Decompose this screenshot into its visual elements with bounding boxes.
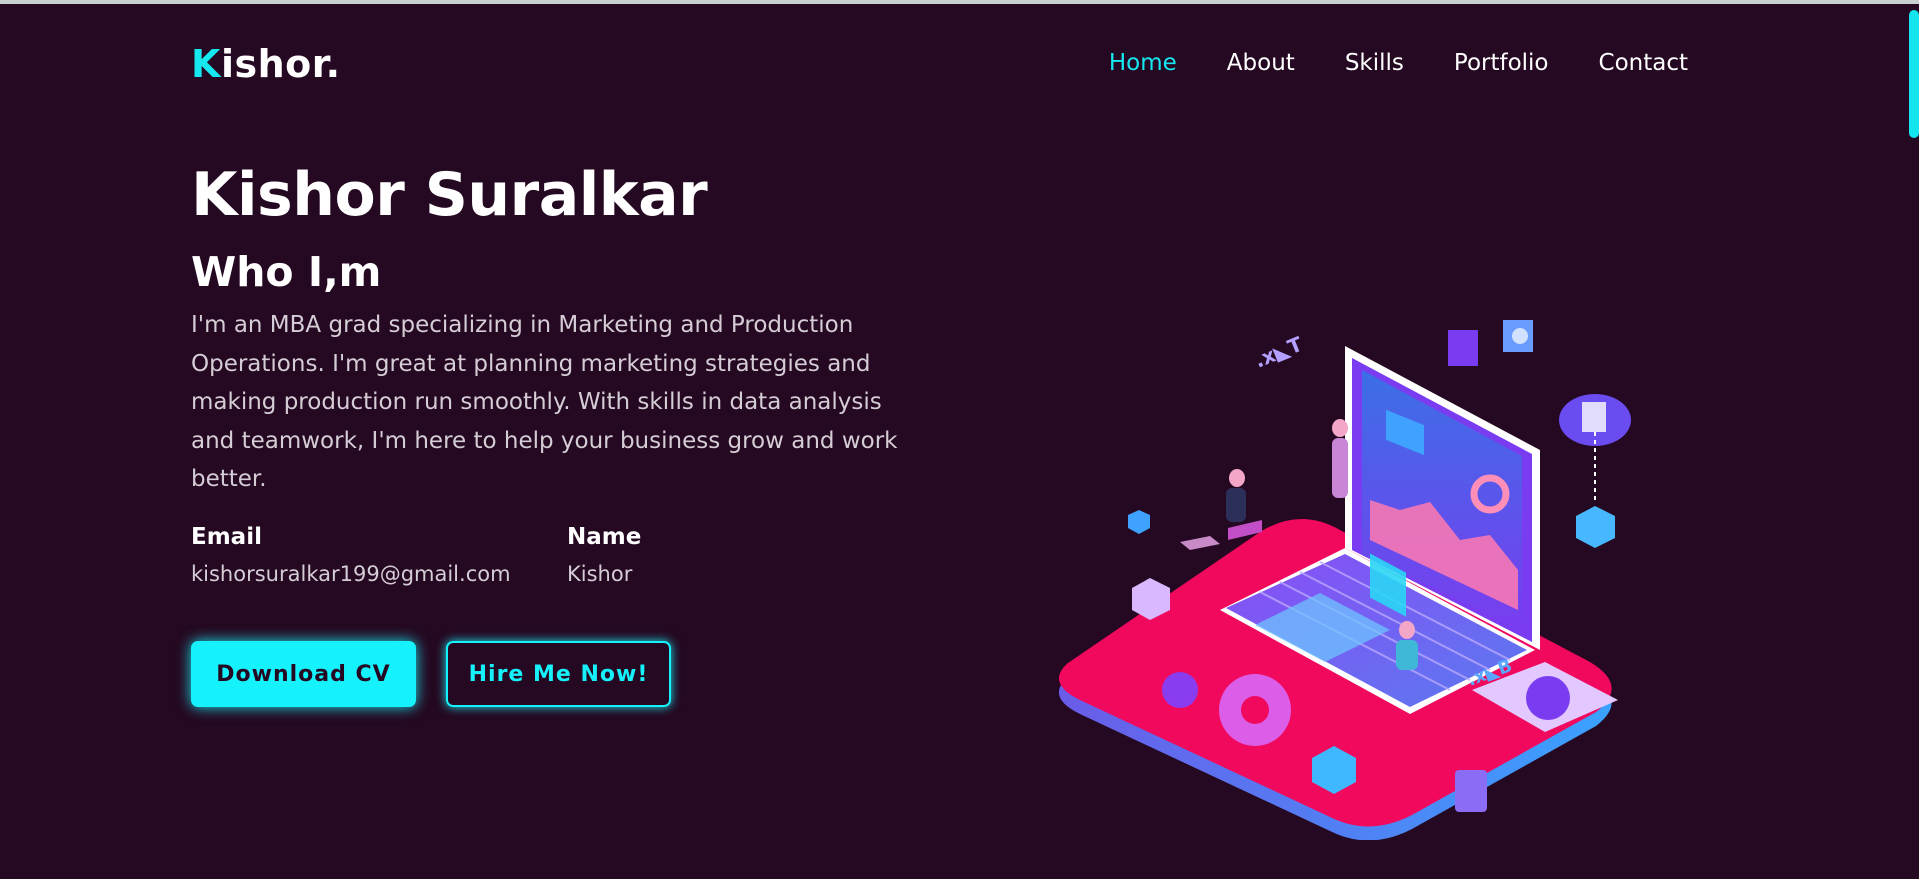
nav-about[interactable]: About	[1227, 50, 1295, 76]
scrollbar[interactable]	[1899, 4, 1919, 879]
svg-text:.x◣T: .x◣T	[1251, 332, 1306, 373]
hero-subtitle: Who I,m	[191, 248, 382, 296]
email-value: kishorsuralkar199@gmail.com	[191, 562, 511, 586]
nav-contact[interactable]: Contact	[1599, 50, 1688, 76]
hero-bio: I'm an MBA grad specializing in Marketin…	[191, 312, 898, 492]
download-cv-button[interactable]: Download CV	[191, 641, 416, 707]
site-logo[interactable]: Kishor.	[191, 42, 341, 86]
hire-me-button[interactable]: Hire Me Now!	[446, 641, 671, 707]
name-info: Name Kishor	[567, 524, 641, 586]
email-info: Email kishorsuralkar199@gmail.com	[191, 524, 511, 586]
email-label: Email	[191, 524, 262, 550]
logo-text: ishor.	[220, 42, 341, 86]
nav-skills[interactable]: Skills	[1345, 50, 1404, 76]
main-nav: Home About Skills Portfolio Contact	[1109, 50, 1688, 76]
name-value: Kishor	[567, 562, 633, 586]
hero-illustration: .x◣T .x◣B	[1058, 320, 1631, 840]
hero-name: Kishor Suralkar	[191, 160, 708, 230]
nav-home[interactable]: Home	[1109, 50, 1177, 76]
nav-portfolio[interactable]: Portfolio	[1454, 50, 1549, 76]
scrollbar-thumb[interactable]	[1909, 10, 1919, 138]
name-label: Name	[567, 524, 642, 550]
logo-accent-letter: K	[191, 42, 221, 86]
browser-top-edge	[0, 0, 1919, 4]
